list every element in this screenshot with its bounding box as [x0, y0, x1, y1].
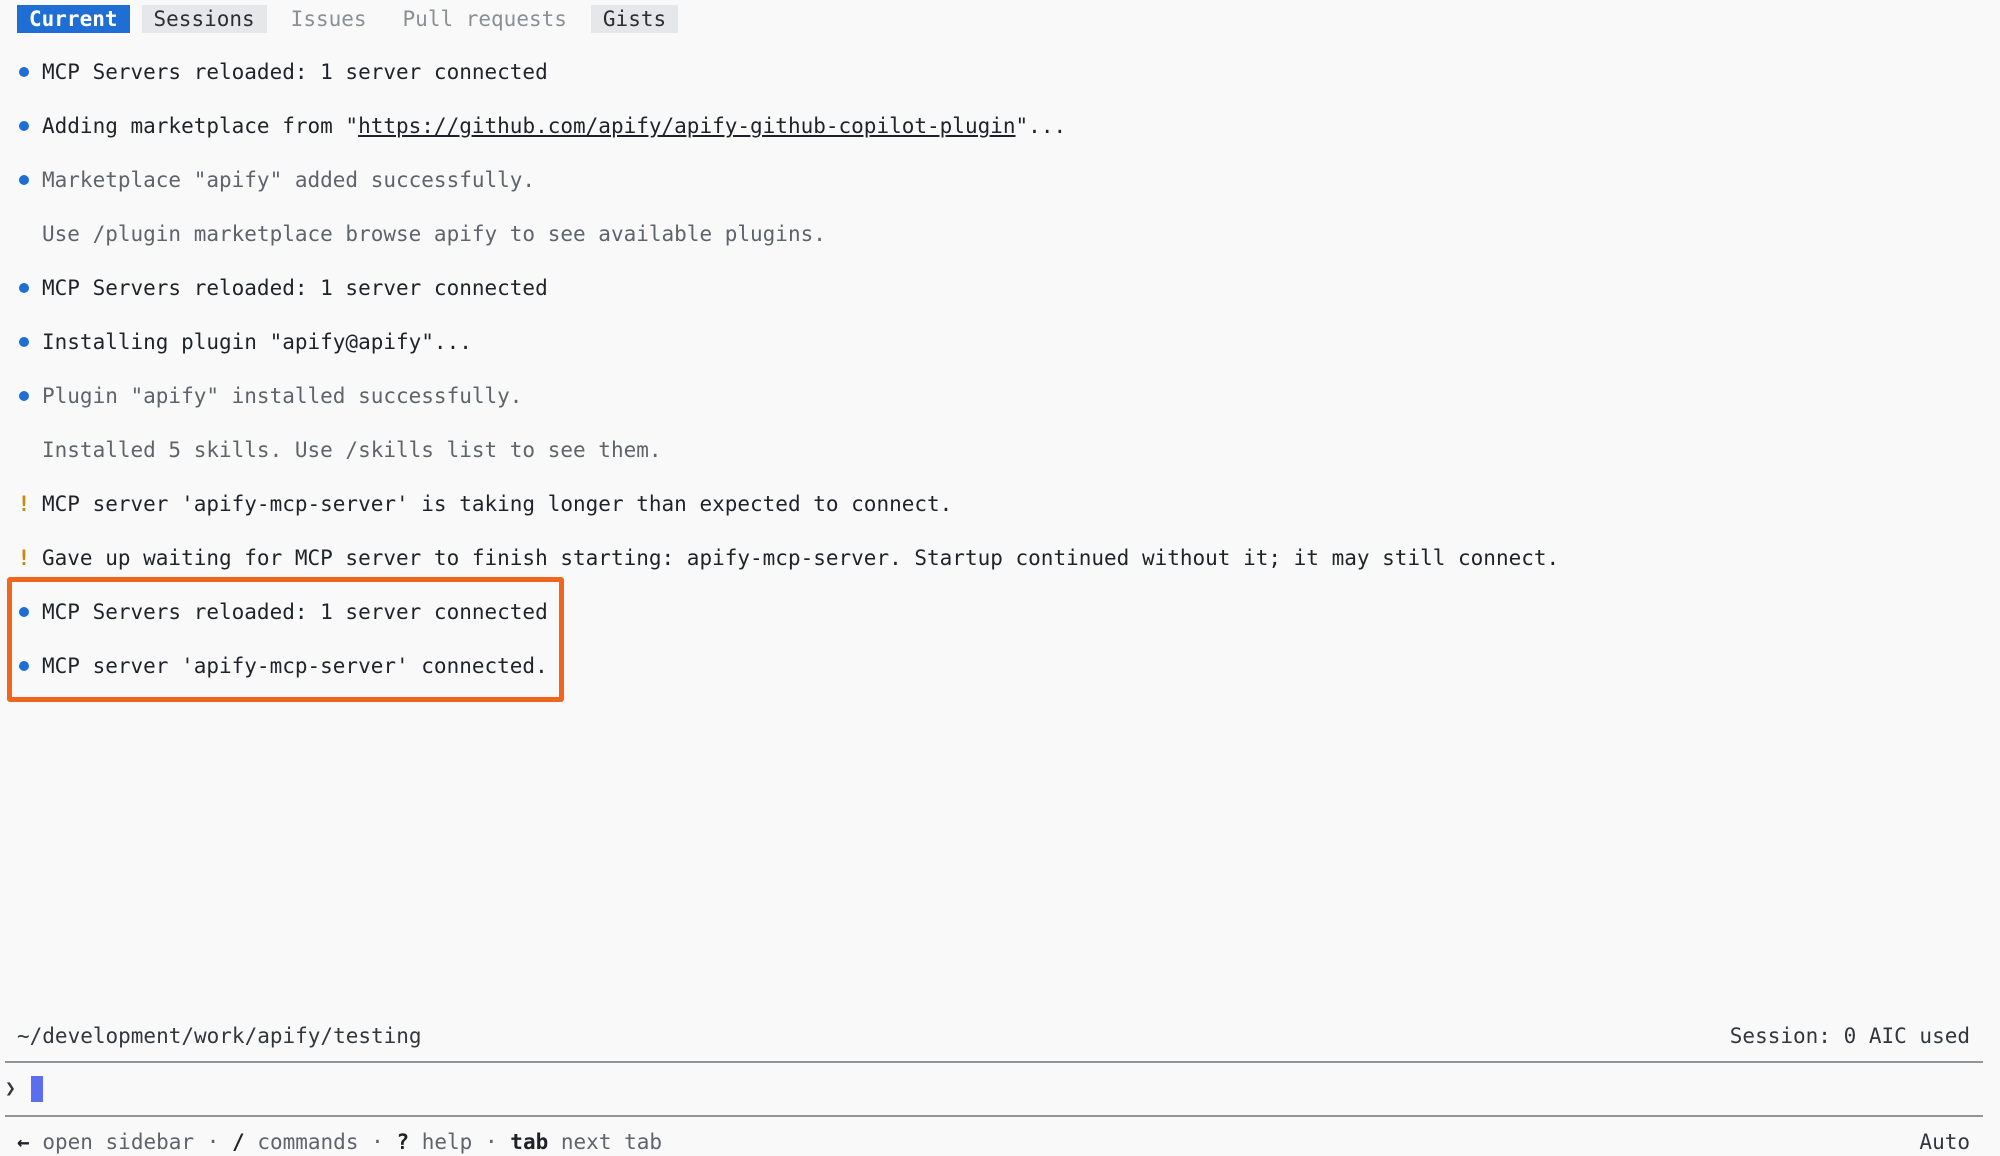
prompt-input[interactable]: ❯: [5, 1073, 43, 1105]
bullet-icon: [17, 327, 31, 357]
bullet-icon: [17, 165, 31, 195]
warning-icon: !: [17, 546, 31, 570]
warning-icon: !: [17, 492, 31, 516]
hint-open-sidebar[interactable]: open sidebar: [42, 1130, 194, 1154]
log-text: MCP Servers reloaded: 1 server connected: [42, 276, 548, 300]
tab-bar: Current Sessions Issues Pull requests Gi…: [17, 5, 679, 33]
working-directory: ~/development/work/apify/testing: [17, 1024, 422, 1048]
log-text-suffix: "...: [1015, 114, 1067, 138]
tab-pull-requests[interactable]: Pull requests: [391, 5, 579, 33]
arrow-left-icon: ←: [17, 1130, 30, 1154]
log-text: Adding marketplace from "https://github.…: [42, 111, 1066, 141]
question-key: ?: [396, 1130, 410, 1154]
log-text: Installing plugin "apify@apify"...: [42, 330, 472, 354]
tab-current[interactable]: Current: [17, 5, 130, 33]
bullet-icon: [17, 273, 31, 303]
prompt-caret-icon: ❯: [5, 1078, 16, 1099]
mode-indicator[interactable]: Auto: [1919, 1128, 1970, 1156]
divider: [5, 1115, 1983, 1117]
tab-issues[interactable]: Issues: [279, 5, 379, 33]
session-usage: Session: 0 AIC used: [1729, 1024, 1970, 1048]
log-text-prefix: Adding marketplace from ": [42, 114, 359, 138]
tab-gists[interactable]: Gists: [590, 5, 679, 33]
slash-key: /: [232, 1130, 245, 1154]
text-cursor: [31, 1076, 43, 1102]
tab-key: tab: [510, 1130, 549, 1154]
divider: [5, 1061, 1983, 1063]
log-text: MCP server 'apify-mcp-server' is taking …: [42, 492, 953, 516]
log-text: Plugin "apify" installed successfully.: [42, 384, 523, 408]
bullet-icon: [17, 57, 31, 87]
bullet-icon: [17, 111, 31, 141]
log-text: Marketplace "apify" added successfully.: [42, 168, 536, 192]
log-text: MCP Servers reloaded: 1 server connected: [42, 60, 548, 84]
separator: ·: [206, 1130, 220, 1154]
separator: ·: [484, 1130, 498, 1154]
log-text: Gave up waiting for MCP server to finish…: [42, 546, 1560, 570]
hint-help[interactable]: help: [422, 1130, 473, 1154]
separator: ·: [371, 1130, 384, 1154]
bullet-icon: [17, 381, 31, 411]
marketplace-link[interactable]: https://github.com/apify/apify-github-co…: [358, 114, 1015, 138]
log-text: Use /plugin marketplace browse apify to …: [42, 222, 826, 246]
tab-sessions[interactable]: Sessions: [141, 5, 267, 33]
footer-hints: ← open sidebar · / commands · ? help · t…: [17, 1128, 1970, 1156]
log-text: Installed 5 skills. Use /skills list to …: [42, 438, 662, 462]
status-bar: ~/development/work/apify/testing Session…: [17, 1021, 1970, 1051]
hint-next-tab[interactable]: next tab: [561, 1130, 662, 1154]
highlight-box: [7, 577, 564, 702]
hint-commands[interactable]: commands: [257, 1130, 358, 1154]
